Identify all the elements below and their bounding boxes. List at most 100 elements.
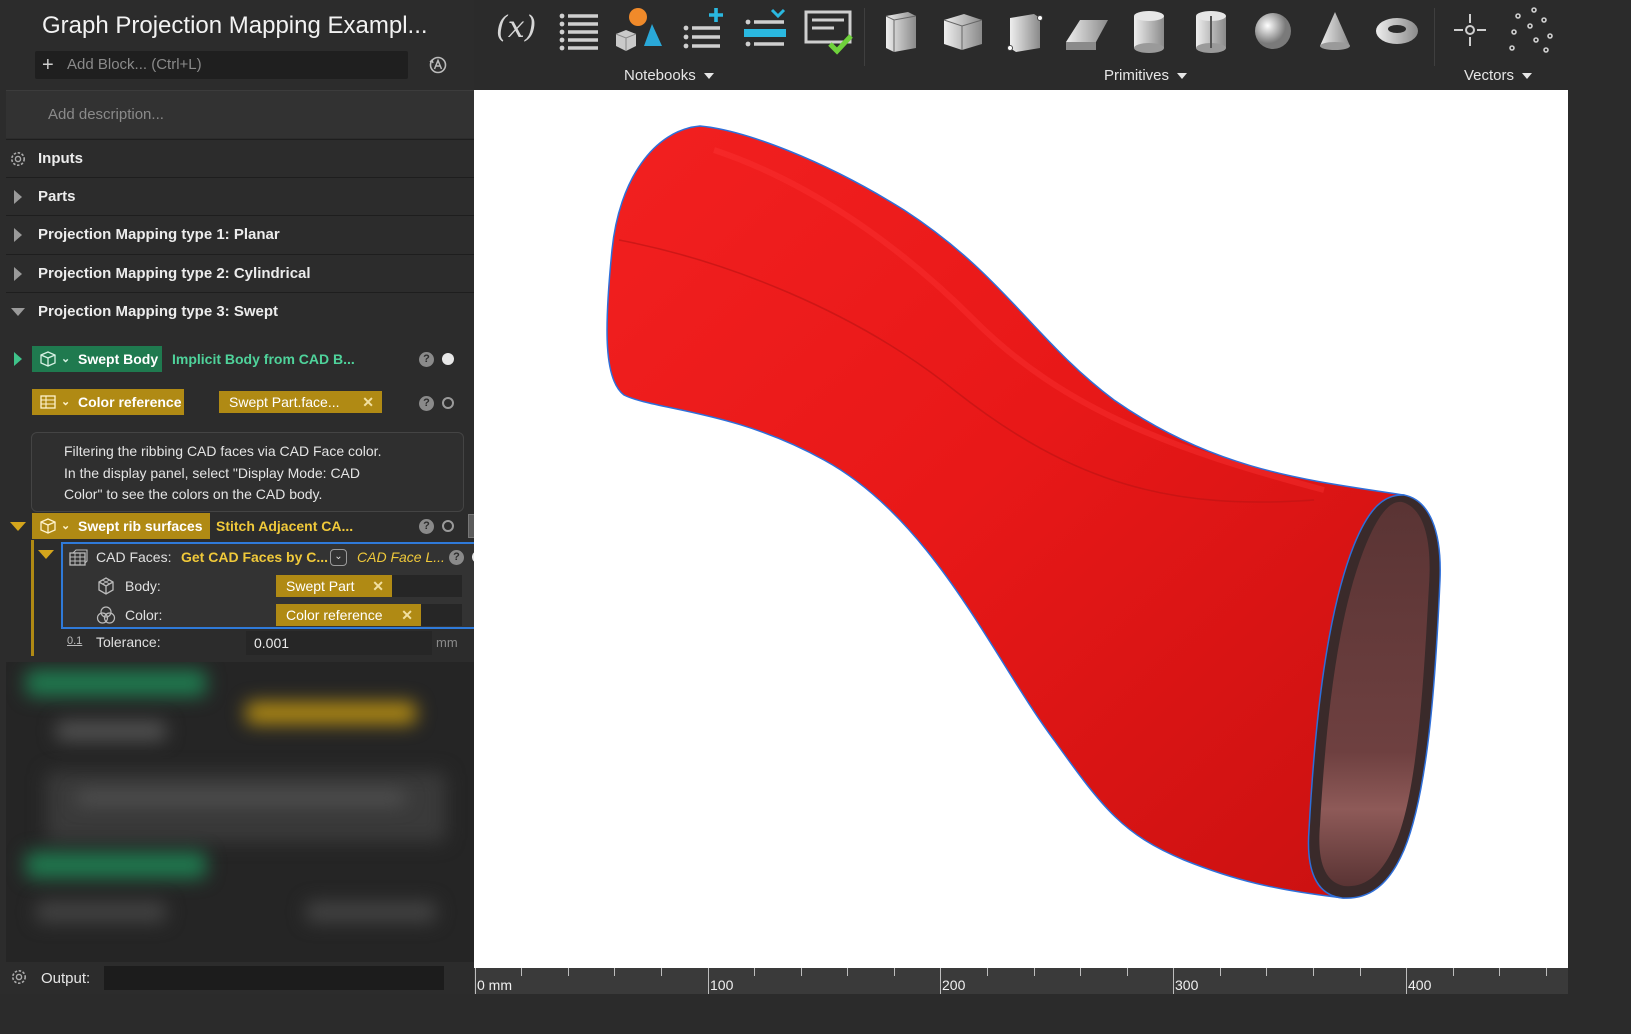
description-placeholder: Add description... (48, 106, 164, 123)
group-label: Notebooks (624, 67, 696, 84)
section-label: Parts (38, 188, 76, 205)
description-area[interactable]: Add description... (6, 90, 474, 138)
add-block-input[interactable]: + Add Block... (Ctrl+L) (35, 51, 408, 79)
comment-block[interactable]: Filtering the ribbing CAD faces via CAD … (31, 432, 464, 512)
toolbar-separator (864, 8, 865, 66)
add-block-placeholder: Add Block... (Ctrl+L) (67, 56, 202, 73)
reference-tag[interactable]: Swept Part.face... ✕ (219, 391, 382, 413)
chevron-down-icon[interactable]: ⌄ (61, 513, 70, 539)
gear-icon (12, 970, 26, 984)
visibility-dot-icon[interactable] (442, 353, 454, 365)
expand-arrow-icon[interactable] (14, 267, 22, 281)
swept-body-render[interactable] (474, 90, 1568, 968)
visibility-dot-icon[interactable] (442, 520, 454, 532)
expand-arrow-icon[interactable] (14, 190, 22, 204)
notebooks-menu[interactable]: Notebooks (624, 67, 714, 84)
ruler-label: 200 (942, 977, 966, 993)
collapse-arrow-icon[interactable] (10, 522, 26, 531)
toolbar-separator (1434, 8, 1435, 66)
shapes-button[interactable] (614, 6, 664, 56)
tolerance-value: 0.001 (254, 635, 290, 651)
color-icon (96, 606, 116, 624)
tolerance-label: Tolerance: (96, 634, 161, 650)
point-cloud-button[interactable] (1506, 6, 1556, 56)
plus-icon: + (42, 54, 54, 76)
point-button[interactable] (1446, 6, 1496, 56)
remove-icon[interactable]: ✕ (401, 604, 413, 626)
section-inputs[interactable]: Inputs (6, 139, 474, 177)
function-dropdown-icon[interactable]: ⌄ (330, 549, 347, 566)
ruler-label: 100 (710, 977, 734, 993)
tag-label: Swept Part (286, 578, 355, 594)
tolerance-unit: mm (436, 635, 458, 650)
block-name: Color reference (78, 394, 182, 410)
section-label: Projection Mapping type 2: Cylindrical (38, 265, 311, 282)
group-label: Vectors (1464, 67, 1515, 84)
remove-icon[interactable]: ✕ (362, 391, 374, 413)
help-icon[interactable]: ? (419, 396, 434, 411)
block-swept-rib-surfaces[interactable]: ⌄ Swept rib surfaces Stitch Adjacent CA.… (6, 512, 496, 540)
body-label: Body: (125, 578, 161, 594)
primitives-menu[interactable]: Primitives (1104, 67, 1188, 84)
sphere-button[interactable] (1248, 6, 1298, 56)
ruler-label: 300 (1175, 977, 1199, 993)
comment-line: Filtering the ribbing CAD faces via CAD … (64, 443, 382, 459)
help-icon[interactable]: ? (419, 352, 434, 367)
block-color-reference[interactable]: ⌄ Color reference Swept Part.face... ✕ ? (6, 389, 474, 417)
block-name-chip[interactable]: ⌄ Swept Body (32, 346, 162, 372)
section-cylindrical[interactable]: Projection Mapping type 2: Cylindrical (6, 254, 474, 292)
chevron-down-icon[interactable]: ⌄ (61, 389, 70, 415)
tag-label: Swept Part.face... (229, 394, 340, 410)
block-name-chip[interactable]: ⌄ Swept rib surfaces (32, 513, 210, 539)
cad-faces-row[interactable]: CAD Faces: Get CAD Faces by C... ⌄ CAD F… (63, 544, 491, 572)
body-reference-tag[interactable]: Swept Part ✕ (276, 575, 392, 597)
cube-button[interactable] (876, 6, 926, 56)
block-name-chip[interactable]: ⌄ Color reference (32, 389, 184, 415)
cone-button[interactable] (1310, 6, 1360, 56)
cylinder-button[interactable] (1124, 6, 1174, 56)
section-planar[interactable]: Projection Mapping type 1: Planar (6, 215, 474, 253)
section-label: Projection Mapping type 3: Swept (38, 303, 279, 320)
remove-icon[interactable]: ✕ (372, 575, 384, 597)
3d-viewport[interactable] (474, 90, 1568, 968)
output-field[interactable] (104, 966, 444, 990)
auto-run-icon[interactable] (428, 55, 448, 75)
filter-list-button[interactable] (742, 6, 792, 56)
gear-icon (11, 152, 25, 166)
tube-button[interactable] (1186, 6, 1236, 56)
collapse-arrow-icon[interactable] (38, 550, 54, 559)
ruler-label: 0 mm (477, 977, 512, 993)
visibility-dot-icon[interactable] (442, 397, 454, 409)
block-swept-body[interactable]: ⌄ Swept Body Implicit Body from CAD B...… (6, 346, 474, 374)
variable-button[interactable]: (x) (494, 6, 544, 56)
torus-button[interactable] (1372, 6, 1422, 56)
wedge-button[interactable] (1062, 6, 1112, 56)
caret-down-icon (703, 73, 714, 80)
section-parts[interactable]: Parts (6, 177, 474, 215)
check-panel-button[interactable] (804, 6, 854, 56)
chevron-down-icon[interactable]: ⌄ (61, 346, 70, 372)
vectors-menu[interactable]: Vectors (1464, 67, 1533, 84)
help-icon[interactable]: ? (449, 550, 464, 565)
list-button[interactable] (556, 6, 606, 56)
help-icon[interactable]: ? (419, 519, 434, 534)
section-swept[interactable]: Projection Mapping type 3: Swept (6, 292, 474, 330)
function-name[interactable]: Get CAD Faces by C... (181, 549, 328, 565)
color-row: Color: Color reference ✕ (63, 602, 491, 630)
group-label: Primitives (1104, 67, 1170, 84)
function-hint: CAD Face L... (357, 549, 445, 565)
variable-icon: (x) (496, 10, 537, 45)
notebook-title[interactable]: Graph Projection Mapping Exampl... (42, 12, 428, 40)
box-corners-button[interactable] (1000, 6, 1050, 56)
collapse-arrow-icon[interactable] (11, 308, 25, 316)
expand-arrow-icon[interactable] (14, 228, 22, 242)
tolerance-input[interactable]: 0.001 (246, 631, 432, 655)
expand-arrow-icon[interactable] (14, 352, 22, 366)
box-button[interactable] (938, 6, 988, 56)
color-reference-tag[interactable]: Color reference ✕ (276, 604, 421, 626)
cad-faces-input-group[interactable]: CAD Faces: Get CAD Faces by C... ⌄ CAD F… (61, 542, 493, 629)
block-value: Implicit Body from CAD B... (172, 351, 355, 367)
output-label: Output: (41, 970, 91, 987)
add-list-button[interactable] (680, 6, 730, 56)
caret-down-icon (1177, 73, 1188, 80)
